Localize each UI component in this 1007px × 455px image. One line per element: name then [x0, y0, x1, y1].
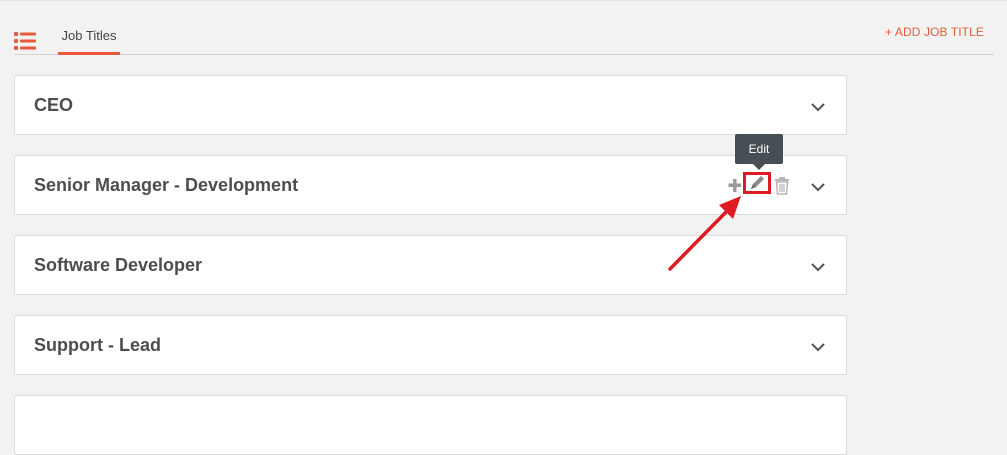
- job-title-card[interactable]: Senior Manager - Development: [14, 155, 847, 215]
- edit-tooltip: Edit: [735, 134, 783, 170]
- tab-job-titles[interactable]: Job Titles: [58, 22, 120, 55]
- tabs-bar: Job Titles + ADD JOB TITLE: [14, 22, 994, 55]
- job-title-label: CEO: [34, 95, 74, 115]
- job-title-label: Senior Manager - Development: [34, 175, 299, 195]
- tab-active-indicator: [58, 52, 120, 55]
- job-title-card[interactable]: Software Developer: [14, 235, 847, 295]
- job-title-card[interactable]: CEO: [14, 75, 847, 135]
- job-title-label: Software Developer: [34, 255, 203, 275]
- edit-button[interactable]: [743, 172, 771, 194]
- chevron-down-icon[interactable]: [810, 180, 826, 192]
- trash-icon[interactable]: [772, 173, 792, 197]
- pencil-icon: [751, 176, 764, 189]
- list-icon[interactable]: [14, 32, 36, 50]
- tab-job-titles-label: Job Titles: [61, 28, 117, 43]
- job-title-card[interactable]: [14, 395, 847, 455]
- chevron-down-icon[interactable]: [810, 340, 826, 352]
- plus-icon[interactable]: [725, 173, 745, 197]
- chevron-down-icon[interactable]: [810, 260, 826, 272]
- chevron-down-icon[interactable]: [810, 100, 826, 112]
- job-title-label: Support - Lead: [34, 335, 161, 355]
- job-title-card[interactable]: Support - Lead: [14, 315, 847, 375]
- add-job-title-button[interactable]: + ADD JOB TITLE: [885, 25, 984, 39]
- card-actions: [725, 172, 792, 197]
- top-divider: [0, 0, 1007, 1]
